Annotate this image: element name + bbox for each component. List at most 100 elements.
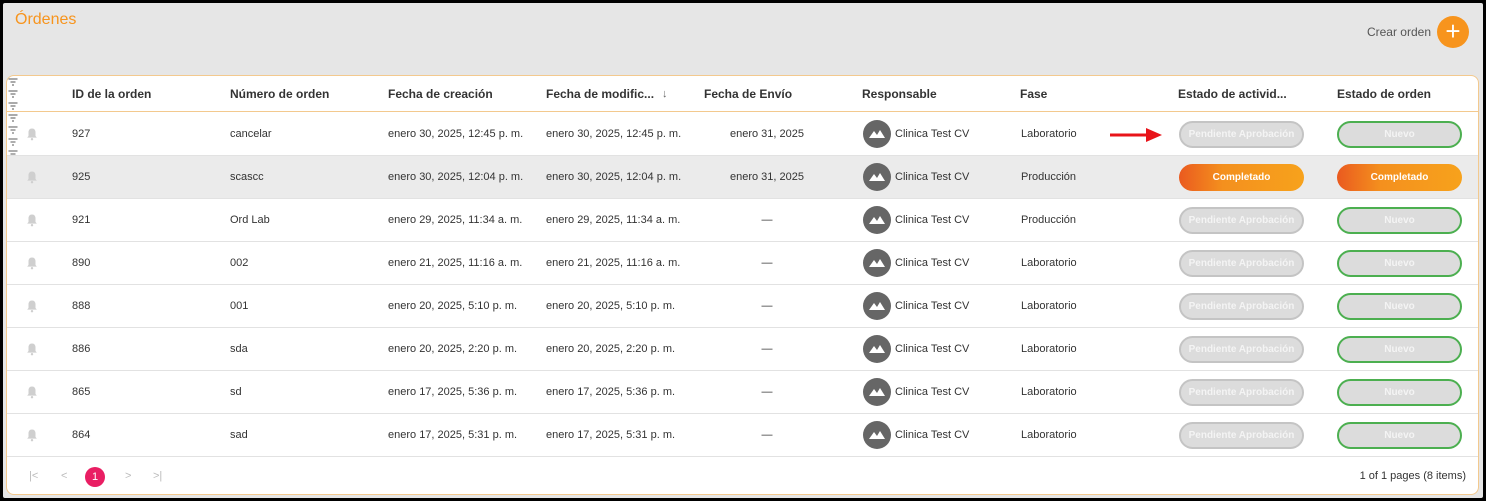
column-header[interactable]: ID de la orden — [72, 76, 151, 112]
order-id: 886 — [72, 343, 91, 355]
bell-icon[interactable] — [25, 385, 39, 399]
activity-status-badge[interactable]: Pendiente Aprobación — [1179, 422, 1304, 449]
order-status-badge[interactable]: Nuevo — [1337, 293, 1462, 320]
table-header: ID de la orden Número de orden Fecha de cr… — [7, 76, 1478, 182]
created-date: enero 17, 2025, 5:36 p. m. — [388, 386, 518, 398]
next-page-icon[interactable]: > — [125, 470, 131, 482]
order-status-badge[interactable]: Nuevo — [1337, 121, 1462, 148]
responsible-cell: Clinica Test CV — [863, 156, 969, 198]
order-number: scascc — [230, 171, 264, 183]
modified-date: enero 21, 2025, 11:16 a. m. — [546, 257, 681, 269]
column-header[interactable]: Fecha de Envío — [704, 76, 792, 112]
responsible-name: Clinica Test CV — [895, 429, 970, 441]
responsible-name: Clinica Test CV — [895, 128, 970, 140]
activity-status-badge[interactable]: Pendiente Aprobación — [1179, 250, 1304, 277]
order-status-badge[interactable]: Nuevo — [1337, 250, 1462, 277]
created-date: enero 30, 2025, 12:45 p. m. — [388, 128, 524, 140]
order-id: 921 — [72, 214, 91, 226]
column-header-label: Fase — [1020, 87, 1048, 101]
created-date: enero 20, 2025, 2:20 p. m. — [388, 343, 518, 355]
prev-page-icon[interactable]: < — [61, 470, 67, 482]
image-placeholder-icon — [868, 385, 886, 400]
responsible-name: Clinica Test CV — [895, 386, 970, 398]
order-number: Ord Lab — [230, 214, 270, 226]
created-date: enero 30, 2025, 12:04 p. m. — [388, 171, 524, 183]
activity-status-badge[interactable]: Pendiente Aprobación — [1179, 207, 1304, 234]
table-row[interactable]: 886 sda enero 20, 2025, 2:20 p. m. enero 20… — [7, 328, 1478, 371]
shipping-date: — — [761, 214, 773, 226]
order-status-badge[interactable]: Nuevo — [1337, 336, 1462, 363]
modified-date: enero 20, 2025, 5:10 p. m. — [546, 300, 676, 312]
phase: Laboratorio — [1021, 257, 1077, 269]
image-placeholder-icon — [868, 342, 886, 357]
responsible-name: Clinica Test CV — [895, 257, 970, 269]
responsible-name: Clinica Test CV — [895, 171, 970, 183]
modified-date: enero 30, 2025, 12:04 p. m. — [546, 171, 682, 183]
table-row[interactable]: 925 scascc enero 30, 2025, 12:04 p. m. ener… — [7, 156, 1478, 199]
bell-icon[interactable] — [25, 299, 39, 313]
last-page-icon[interactable]: >| — [153, 470, 162, 482]
order-id: 888 — [72, 300, 91, 312]
order-number: sd — [230, 386, 242, 398]
activity-status-badge[interactable]: Pendiente Aprobación — [1179, 336, 1304, 363]
phase: Laboratorio — [1021, 343, 1077, 355]
avatar — [863, 163, 891, 191]
order-status-badge[interactable]: Nuevo — [1337, 422, 1462, 449]
column-header[interactable]: Fase — [1020, 76, 1047, 112]
order-status-badge[interactable]: Nuevo — [1337, 207, 1462, 234]
table-row[interactable]: 865 sd enero 17, 2025, 5:36 p. m. enero 17,… — [7, 371, 1478, 414]
column-header-label: Estado de activid... — [1178, 87, 1287, 101]
column-header[interactable]: Estado de activid... — [1178, 76, 1287, 112]
activity-status-badge[interactable]: Pendiente Aprobación — [1179, 293, 1304, 320]
responsible-cell: Clinica Test CV — [863, 199, 969, 241]
modified-date: enero 20, 2025, 2:20 p. m. — [546, 343, 676, 355]
column-header[interactable]: Responsable — [862, 76, 937, 112]
bell-icon[interactable] — [25, 170, 39, 184]
image-placeholder-icon — [868, 213, 886, 228]
bell-icon[interactable] — [25, 342, 39, 356]
page-number-current[interactable]: 1 — [85, 467, 105, 487]
annotation-arrow-icon — [1110, 128, 1162, 142]
order-status-badge[interactable]: Completado — [1337, 164, 1462, 191]
table-row[interactable]: 927 cancelar enero 30, 2025, 12:45 p. m. en… — [7, 113, 1478, 156]
activity-status-badge[interactable]: Pendiente Aprobación — [1179, 121, 1304, 148]
created-date: enero 17, 2025, 5:31 p. m. — [388, 429, 518, 441]
activity-status-badge[interactable]: Pendiente Aprobación — [1179, 379, 1304, 406]
responsible-cell: Clinica Test CV — [863, 113, 969, 155]
bell-icon[interactable] — [25, 256, 39, 270]
image-placeholder-icon — [868, 127, 886, 142]
phase: Laboratorio — [1021, 429, 1077, 441]
bell-icon[interactable] — [25, 127, 39, 141]
activity-status-badge[interactable]: Completado — [1179, 164, 1304, 191]
table-row[interactable]: 864 sad enero 17, 2025, 5:31 p. m. enero 17… — [7, 414, 1478, 457]
avatar — [863, 292, 891, 320]
table-row[interactable]: 888 001 enero 20, 2025, 5:10 p. m. enero 20… — [7, 285, 1478, 328]
created-date: enero 29, 2025, 11:34 a. m. — [388, 214, 523, 226]
plus-icon[interactable]: + — [1437, 16, 1469, 48]
column-header[interactable]: Fecha de creación — [388, 76, 493, 112]
column-header-label: Fecha de creación — [388, 87, 493, 101]
phase: Laboratorio — [1021, 300, 1077, 312]
create-order-button[interactable]: Crear orden + — [1367, 16, 1469, 48]
column-header[interactable]: Fecha de modific... ↓ — [546, 76, 668, 112]
table-row[interactable]: 921 Ord Lab enero 29, 2025, 11:34 a. m. ene… — [7, 199, 1478, 242]
responsible-cell: Clinica Test CV — [863, 242, 969, 284]
bell-icon[interactable] — [25, 428, 39, 442]
sort-descending-icon[interactable]: ↓ — [662, 88, 668, 100]
shipping-date: — — [761, 386, 773, 398]
responsible-cell: Clinica Test CV — [863, 371, 969, 413]
order-status-badge[interactable]: Nuevo — [1337, 379, 1462, 406]
responsible-name: Clinica Test CV — [895, 343, 970, 355]
column-header[interactable]: Estado de orden — [1337, 76, 1431, 112]
table-row[interactable]: 890 002 enero 21, 2025, 11:16 a. m. enero 2… — [7, 242, 1478, 285]
bell-icon[interactable] — [25, 213, 39, 227]
modified-date: enero 29, 2025, 11:34 a. m. — [546, 214, 681, 226]
first-page-icon[interactable]: |< — [29, 470, 38, 482]
responsible-name: Clinica Test CV — [895, 300, 970, 312]
column-header[interactable]: Número de orden — [230, 76, 329, 112]
shipping-date: enero 31, 2025 — [729, 171, 804, 183]
order-id: 927 — [72, 128, 91, 140]
pagination: |< < 1 > >| 1 of 1 pages (8 items) — [7, 460, 1478, 494]
order-id: 925 — [72, 171, 91, 183]
phase: Laboratorio — [1021, 128, 1077, 140]
